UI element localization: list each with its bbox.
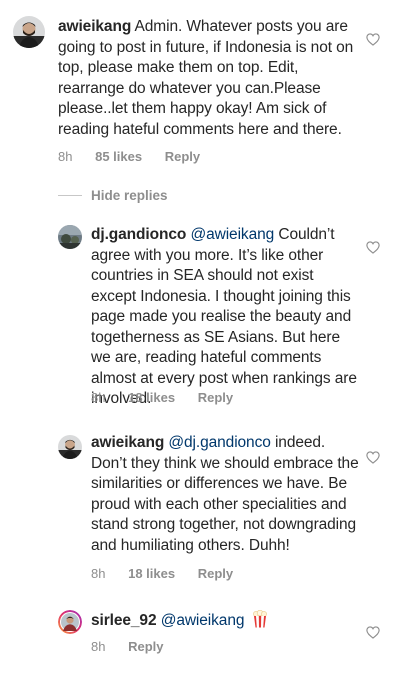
comment-item: awieikang Admin. Whatever posts you are … (0, 0, 403, 175)
reply-mention[interactable]: @awieikang (161, 612, 245, 629)
reply-username[interactable]: dj.gandionco (91, 226, 186, 243)
reply-text: awieikang @dj.gandionco indeed. Don’t th… (91, 433, 359, 556)
reply-username[interactable]: sirlee_92 (91, 612, 157, 629)
avatar[interactable] (58, 435, 82, 459)
reply-button[interactable]: Reply (165, 149, 200, 164)
hide-replies-divider (58, 194, 82, 196)
reply-likes[interactable]: 18 likes (128, 390, 175, 405)
reply-meta: 8h 18 likes Reply (91, 566, 252, 581)
reply-time: 8h (91, 639, 106, 654)
comment-body: Admin. Whatever posts you are going to p… (58, 18, 354, 138)
hide-replies-button[interactable]: Hide replies (58, 183, 168, 207)
hide-replies-label: Hide replies (91, 187, 168, 203)
reply-body: Couldn’t agree with you more. It’s like … (91, 226, 357, 407)
profile-photo-icon (58, 610, 82, 634)
profile-photo-icon (58, 435, 82, 459)
reply-button[interactable]: Reply (198, 390, 233, 405)
heart-icon[interactable] (366, 33, 380, 46)
profile-photo-icon (58, 225, 82, 249)
comment-meta: 8h 85 likes Reply (58, 149, 219, 164)
reply-username[interactable]: awieikang (91, 434, 164, 451)
reply-mention[interactable]: @awieikang (190, 226, 274, 243)
avatar[interactable] (58, 225, 82, 249)
reply-text: sirlee_92 @awieikang (91, 610, 359, 632)
popcorn-emoji-icon (252, 610, 267, 628)
comment-time: 8h (58, 149, 73, 164)
heart-icon[interactable] (366, 626, 380, 639)
avatar[interactable] (58, 610, 82, 634)
reply-text: dj.gandionco @awieikang Couldn’t agree w… (91, 225, 359, 410)
avatar[interactable] (13, 16, 45, 48)
reply-item: awieikang @dj.gandionco indeed. Don’t th… (0, 424, 403, 594)
reply-button[interactable]: Reply (198, 566, 233, 581)
reply-meta: 8h Reply (91, 639, 183, 654)
reply-mention[interactable]: @dj.gandionco (168, 434, 270, 451)
reply-item: dj.gandionco @awieikang Couldn’t agree w… (0, 215, 403, 415)
comment-text: awieikang Admin. Whatever posts you are … (58, 17, 360, 140)
reply-likes[interactable]: 18 likes (128, 566, 175, 581)
profile-photo-icon (13, 16, 45, 48)
reply-item: sirlee_92 @awieikang 8h Reply (0, 600, 403, 680)
heart-icon[interactable] (366, 451, 380, 464)
reply-time: 8h (91, 390, 106, 405)
reply-time: 8h (91, 566, 106, 581)
comment-likes[interactable]: 85 likes (95, 149, 142, 164)
reply-button[interactable]: Reply (128, 639, 163, 654)
heart-icon[interactable] (366, 241, 380, 254)
reply-body: indeed. Don’t they think we should embra… (91, 434, 359, 554)
reply-meta: 8h 18 likes Reply (91, 390, 252, 405)
comment-username[interactable]: awieikang (58, 18, 131, 35)
